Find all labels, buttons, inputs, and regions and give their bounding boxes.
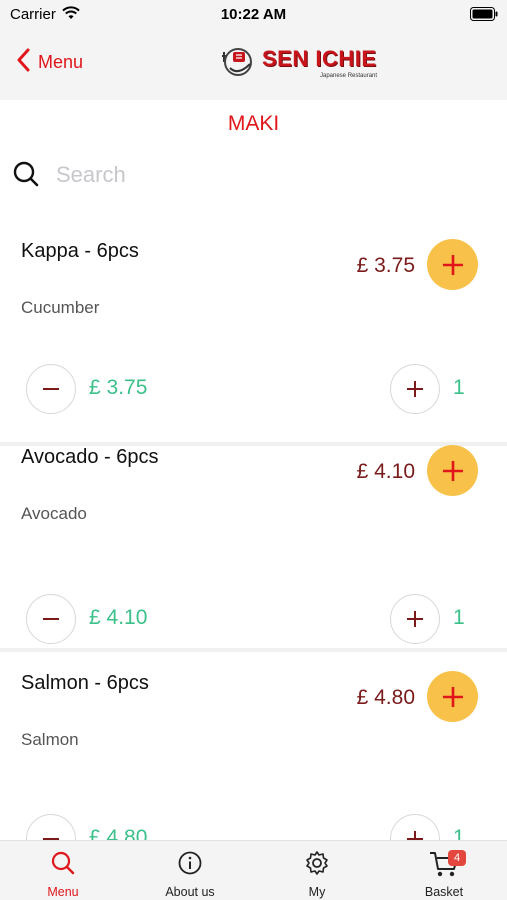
plus-icon [407, 611, 423, 627]
product-item: Avocado - 6pcs Avocado £ 4.10 £ 4.10 1 [0, 426, 507, 652]
add-to-basket-button[interactable] [427, 239, 478, 290]
back-label: Menu [38, 52, 84, 72]
plus-icon [442, 254, 463, 275]
search-bar [12, 158, 492, 194]
status-bar: Carrier 10:22 AM [0, 0, 507, 28]
product-description: Cucumber [21, 298, 100, 317]
tab-bar: Menu About us My Basket 4 [0, 840, 507, 900]
line-total: £ 3.75 [89, 376, 148, 399]
tab-about-us[interactable]: About us [127, 841, 253, 900]
minus-icon [43, 838, 59, 840]
product-name: Kappa - 6pcs [21, 240, 139, 262]
quantity-value: 1 [453, 376, 465, 399]
cart-icon [381, 850, 507, 878]
logo-subtitle: Japanese Restaurant [320, 73, 378, 79]
product-list: Kappa - 6pcs Cucumber £ 3.75 £ 3.75 1 Av… [0, 220, 507, 840]
search-input[interactable] [56, 158, 476, 192]
logo-emblem-icon [222, 48, 252, 76]
minus-icon [43, 388, 59, 390]
page-title: MAKI [227, 112, 280, 135]
increase-quantity-button[interactable] [390, 594, 440, 644]
product-price: £ 4.80 [356, 686, 415, 709]
decrease-quantity-button[interactable] [26, 814, 76, 840]
line-total: £ 4.80 [89, 826, 148, 840]
search-icon [0, 850, 126, 876]
product-price: £ 3.75 [356, 254, 415, 277]
back-button[interactable]: Menu [16, 48, 83, 77]
plus-icon [407, 381, 423, 397]
decrease-quantity-button[interactable] [26, 594, 76, 644]
line-total: £ 4.10 [89, 606, 148, 629]
tab-menu[interactable]: Menu [0, 841, 126, 900]
tab-label: Menu [47, 885, 79, 899]
restaurant-logo: SEN ICHIE Japanese Restaurant [216, 42, 378, 86]
status-time: 10:22 AM [220, 6, 287, 23]
increase-quantity-button[interactable] [390, 814, 440, 840]
product-price: £ 4.10 [356, 460, 415, 483]
gear-icon [254, 850, 380, 876]
plus-icon [442, 460, 463, 481]
quantity-value: 1 [453, 826, 465, 840]
chevron-left-icon [16, 48, 30, 77]
add-to-basket-button[interactable] [427, 671, 478, 722]
product-item: Salmon - 6pcs Salmon £ 4.80 £ 4.80 1 [0, 652, 507, 840]
navigation-bar: Menu SEN ICHIE Japanese Restaurant [0, 28, 507, 100]
search-icon [12, 160, 40, 193]
tab-label: About us [165, 885, 215, 899]
quantity-value: 1 [453, 606, 465, 629]
increase-quantity-button[interactable] [390, 364, 440, 414]
product-name: Salmon - 6pcs [21, 672, 149, 694]
plus-icon [407, 831, 423, 840]
battery-icon [470, 7, 498, 26]
product-item: Kappa - 6pcs Cucumber £ 3.75 £ 3.75 1 [0, 220, 507, 446]
tab-my[interactable]: My [254, 841, 380, 900]
minus-icon [43, 618, 59, 620]
basket-count-badge: 4 [448, 850, 466, 866]
info-icon [127, 850, 253, 876]
plus-icon [442, 686, 463, 707]
product-name: Avocado - 6pcs [21, 446, 159, 468]
tab-label: My [308, 885, 326, 899]
tab-basket[interactable]: Basket [381, 841, 507, 900]
add-to-basket-button[interactable] [427, 445, 478, 496]
tab-label: Basket [424, 885, 464, 899]
product-description: Salmon [21, 730, 79, 749]
logo-text: SEN ICHIE [262, 46, 377, 71]
product-description: Avocado [21, 504, 87, 523]
decrease-quantity-button[interactable] [26, 364, 76, 414]
